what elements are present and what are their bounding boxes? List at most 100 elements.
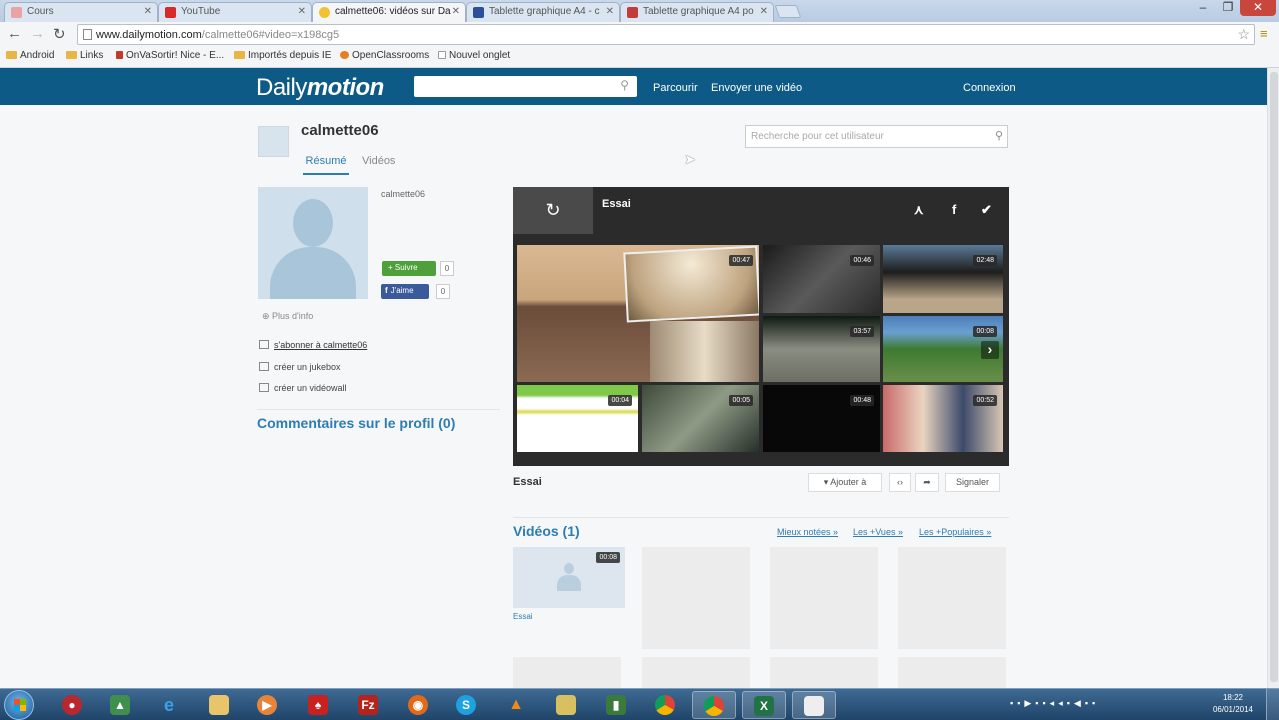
taskbar-app[interactable] [643, 691, 687, 719]
taskbar-app[interactable]: e [147, 691, 191, 719]
follow-button[interactable]: + Suivre [382, 261, 436, 276]
filter-most-popular[interactable]: Les +Populaires » [919, 527, 991, 537]
system-tray[interactable]: ▪▪▶▪▪◂◂▪◀▪▪ [1010, 698, 1099, 709]
embed-button[interactable]: ‹› [889, 473, 911, 492]
back-arrow-icon[interactable]: ← [7, 25, 22, 42]
taskbar-app[interactable]: ▶ [245, 691, 289, 719]
nav-browse[interactable]: Parcourir [653, 82, 698, 94]
scrollbar-thumb[interactable] [1270, 72, 1278, 682]
loading-favicon-icon [319, 7, 330, 18]
related-video-thumb[interactable]: 03:57 [763, 316, 880, 382]
taskbar-app[interactable]: ◉ [396, 691, 440, 719]
taskbar-app[interactable]: Fz [346, 691, 390, 719]
video-card-title[interactable]: Essai [513, 612, 533, 621]
more-info-link[interactable]: ⊕ Plus d'info [262, 311, 313, 322]
related-video-thumb[interactable]: 00:52 [883, 385, 1003, 452]
site-search-input[interactable]: ⚲ [414, 76, 637, 97]
profile-name-small: calmette06 [381, 189, 426, 199]
bookmark-links[interactable]: Links [66, 50, 103, 61]
taskbar-app-active[interactable] [792, 691, 836, 719]
share-button[interactable]: ➦ [915, 473, 939, 492]
related-video-thumb[interactable]: 02:48 [883, 245, 1003, 313]
facebook-share-icon[interactable]: f [952, 202, 956, 217]
close-tab-icon[interactable]: ✕ [298, 6, 306, 17]
system-clock[interactable]: 18:22 06/01/2014 [1208, 692, 1258, 716]
search-icon[interactable]: ⚲ [620, 78, 629, 92]
player-title: Essai [602, 198, 631, 210]
taskbar-app[interactable]: ▲ [494, 691, 538, 719]
avatar[interactable] [258, 126, 289, 157]
tab-youtube[interactable]: YouTube ✕ [158, 2, 312, 22]
tab-cours[interactable]: Cours ✕ [4, 2, 158, 22]
filter-top-rated[interactable]: Mieux notées » [777, 527, 838, 537]
filezilla-icon: Fz [358, 695, 378, 716]
next-arrow-icon[interactable]: › [981, 341, 999, 359]
reload-icon[interactable]: ↻ [53, 25, 66, 43]
add-to-button[interactable]: ▾ Ajouter à [808, 473, 882, 492]
video-card[interactable]: 00:08 [513, 547, 625, 608]
video-card-placeholder [513, 657, 621, 688]
create-videowall-link[interactable]: créer un vidéowall [259, 383, 347, 393]
duration-badge: 00:52 [973, 395, 997, 406]
related-video-thumb[interactable]: 00:48 [763, 385, 880, 452]
bookmark-android[interactable]: Android [6, 50, 54, 61]
close-tab-icon[interactable]: ✕ [760, 6, 768, 17]
start-button[interactable] [4, 690, 34, 720]
related-video-thumb[interactable]: 00:47 [517, 245, 759, 382]
tab-tablette-1[interactable]: Tablette graphique A4 - c ✕ [466, 2, 620, 22]
close-tab-icon[interactable]: ✕ [144, 6, 152, 17]
tab-tablette-2[interactable]: Tablette graphique A4 po ✕ [620, 2, 774, 22]
tab-summary[interactable]: Résumé [303, 155, 349, 175]
search-icon[interactable]: ⚲ [995, 129, 1003, 142]
taskbar-app[interactable]: ▲ [98, 691, 142, 719]
twitter-share-icon[interactable]: ✔ [981, 202, 992, 218]
create-jukebox-link[interactable]: créer un jukebox [259, 362, 341, 372]
show-desktop-button[interactable] [1266, 689, 1279, 720]
taskbar-app[interactable] [197, 691, 241, 719]
taskbar-app[interactable]: ▮ [594, 691, 638, 719]
excel-icon: X [754, 696, 774, 717]
replay-icon[interactable]: ↻ [513, 187, 593, 234]
address-bar[interactable]: www.dailymotion.com/calmette06#video=x19… [77, 24, 1255, 45]
taskbar-app-active[interactable] [692, 691, 736, 719]
close-tab-icon[interactable]: ✕ [452, 6, 460, 17]
taskbar-app-active[interactable]: X [742, 691, 786, 719]
report-button[interactable]: Signaler [945, 473, 1000, 492]
taskbar-app[interactable]: ● [50, 691, 94, 719]
related-video-thumb[interactable]: 00:05 [642, 385, 759, 452]
browser-menu-icon[interactable]: ≡ [1260, 26, 1268, 41]
related-video-thumb[interactable]: 00:04 [517, 385, 638, 452]
dailymotion-logo[interactable]: Dailymotion [256, 74, 384, 102]
bookmark-onvasortir[interactable]: OnVaSortir! Nice - E... [116, 50, 224, 61]
duration-badge: 00:04 [608, 395, 632, 406]
facebook-like-button[interactable]: f J'aime [381, 284, 429, 299]
taskbar-app[interactable]: ♠ [296, 691, 340, 719]
new-tab-button[interactable] [774, 5, 802, 18]
internet-explorer-icon: e [163, 695, 174, 716]
network-share-icon[interactable]: ⋏ [914, 202, 924, 218]
follow-count: 0 [440, 261, 454, 276]
forward-arrow-icon[interactable]: → [30, 25, 45, 42]
tab-dailymotion[interactable]: calmette06: vidéos sur Da ✕ [312, 2, 466, 22]
taskbar-app[interactable] [544, 691, 588, 719]
close-tab-icon[interactable]: ✕ [606, 6, 614, 17]
nav-login[interactable]: Connexion [963, 82, 1016, 94]
page-icon [438, 51, 446, 59]
page-scrollbar[interactable] [1267, 68, 1279, 688]
taskbar-app[interactable]: S [444, 691, 488, 719]
nav-upload[interactable]: Envoyer une vidéo [711, 82, 802, 94]
maximize-button[interactable]: ❐ [1216, 0, 1240, 16]
user-search-input[interactable]: Recherche pour cet utilisateur ⚲ [745, 125, 1008, 148]
related-video-thumb[interactable]: 00:46 [763, 245, 880, 313]
bookmark-importes[interactable]: Importés depuis IE [234, 50, 331, 61]
filter-most-viewed[interactable]: Les +Vues » [853, 527, 903, 537]
bookmark-star-icon[interactable]: ☆ [1237, 26, 1250, 43]
subscribe-link[interactable]: s'abonner à calmette06 [259, 340, 367, 350]
bookmark-nouvel-onglet[interactable]: Nouvel onglet [438, 50, 510, 61]
bookmark-openclassrooms[interactable]: OpenClassrooms [340, 50, 429, 61]
minimize-button[interactable]: – [1190, 0, 1216, 16]
tab-videos[interactable]: Vidéos [362, 155, 395, 167]
close-window-button[interactable]: ✕ [1240, 0, 1276, 16]
user-search-placeholder: Recherche pour cet utilisateur [751, 131, 884, 142]
duration-badge: 03:57 [850, 326, 874, 337]
